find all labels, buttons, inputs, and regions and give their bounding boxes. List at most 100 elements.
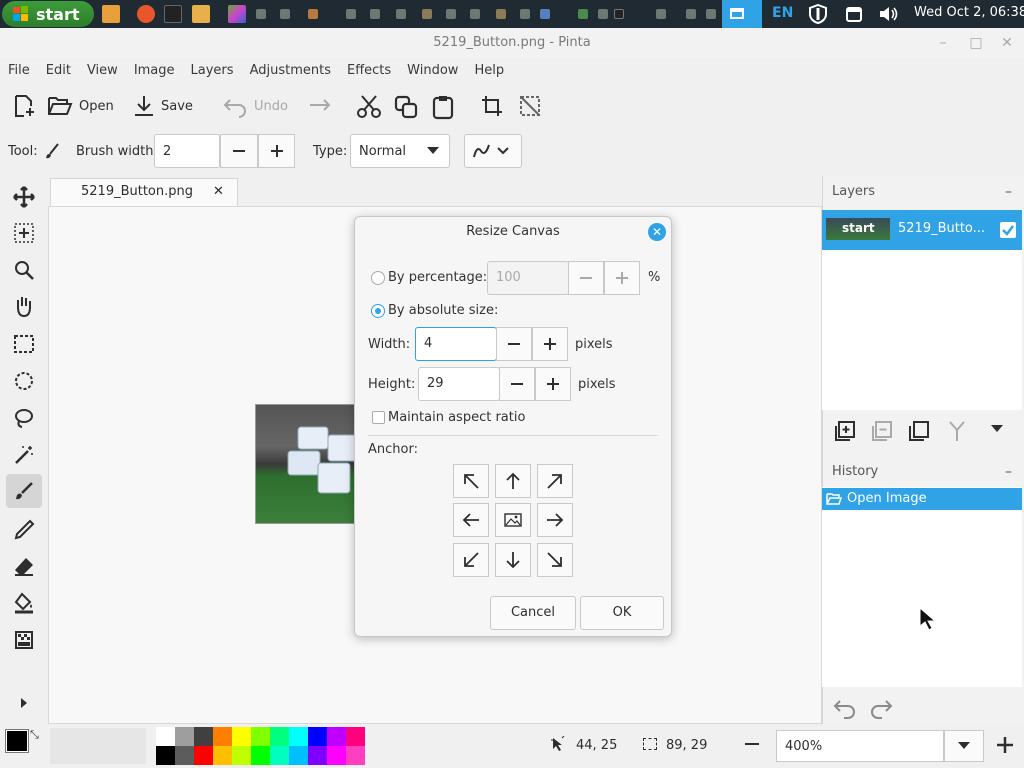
palette-swatch[interactable]: [251, 746, 270, 765]
save-button[interactable]: Save: [133, 94, 193, 118]
task-icon[interactable]: [370, 9, 380, 19]
task-icon[interactable]: [346, 9, 356, 19]
by-absolute-size-radio[interactable]: [371, 304, 385, 318]
document-tab[interactable]: 5219_Button.png ✕: [50, 178, 238, 206]
palette-swatch[interactable]: [346, 727, 365, 746]
anchor-center[interactable]: [495, 503, 531, 537]
menu-view[interactable]: View: [87, 58, 126, 84]
cut-button[interactable]: [356, 94, 382, 120]
task-icon[interactable]: [396, 9, 406, 19]
task-icon[interactable]: [656, 9, 666, 19]
task-icon[interactable]: [520, 9, 530, 19]
zoom-in-button[interactable]: [996, 736, 1014, 754]
layers-panel-collapse[interactable]: –: [1005, 184, 1012, 200]
active-task-button[interactable]: [722, 0, 762, 28]
zoom-tool[interactable]: [6, 253, 42, 287]
palette-swatch[interactable]: [251, 727, 270, 746]
window-switcher-icon[interactable]: [845, 5, 863, 23]
zoom-out-button[interactable]: [745, 743, 759, 745]
anchor-left[interactable]: [453, 503, 489, 537]
palette-swatch[interactable]: [194, 746, 213, 765]
duplicate-layer-button[interactable]: [908, 420, 930, 442]
swap-colors-icon[interactable]: ⤡: [30, 728, 39, 742]
palette-swatch[interactable]: [232, 727, 251, 746]
palette-swatch[interactable]: [327, 746, 346, 765]
firefox-icon[interactable]: [137, 5, 155, 23]
delete-layer-button[interactable]: [871, 420, 893, 442]
task-icon[interactable]: [540, 9, 550, 19]
cancel-button[interactable]: Cancel: [490, 596, 576, 630]
language-indicator[interactable]: EN: [772, 5, 793, 21]
palette-swatch[interactable]: [213, 746, 232, 765]
move-selection-tool[interactable]: [6, 216, 42, 250]
new-button[interactable]: [12, 94, 36, 118]
palette-swatch[interactable]: [175, 746, 194, 765]
palette-swatch[interactable]: [232, 746, 251, 765]
clock[interactable]: Wed Oct 2, 06:38: [914, 5, 1024, 20]
menu-layers[interactable]: Layers: [191, 58, 242, 84]
files-icon[interactable]: [192, 5, 210, 23]
menu-file[interactable]: File: [8, 58, 38, 84]
anchor-top-left[interactable]: [453, 464, 489, 498]
width-input[interactable]: 4: [415, 327, 497, 361]
brush-width-decrease[interactable]: [220, 134, 258, 168]
palette-swatch[interactable]: [327, 727, 346, 746]
ok-button[interactable]: OK: [580, 596, 664, 630]
brush-width-increase[interactable]: [258, 134, 295, 168]
percentage-decrease-button[interactable]: [568, 261, 604, 295]
move-selected-tool[interactable]: [6, 180, 42, 214]
layer-menu-button[interactable]: [990, 424, 1004, 434]
eraser-tool[interactable]: [6, 549, 42, 583]
palette-swatch[interactable]: [213, 727, 232, 746]
paste-button[interactable]: [431, 94, 455, 120]
anchor-right[interactable]: [537, 503, 573, 537]
primary-color-swatch[interactable]: [5, 729, 29, 753]
history-item[interactable]: Open Image: [822, 488, 1022, 510]
antialias-dropdown[interactable]: [464, 134, 522, 168]
dialog-close-button[interactable]: ✕: [648, 223, 666, 241]
task-icon[interactable]: [686, 9, 696, 19]
type-dropdown[interactable]: Normal: [350, 134, 450, 168]
rectangle-select-tool[interactable]: [6, 327, 42, 361]
height-decrease-button[interactable]: [499, 367, 535, 401]
layer-item[interactable]: start 5219_Butto...: [822, 210, 1022, 250]
palette-swatch[interactable]: [270, 727, 289, 746]
volume-icon[interactable]: [878, 5, 900, 23]
palette-swatch[interactable]: [308, 746, 327, 765]
palette-swatch[interactable]: [175, 727, 194, 746]
ellipse-select-tool[interactable]: [6, 364, 42, 398]
task-icon[interactable]: [422, 9, 432, 19]
zoom-input[interactable]: 400%: [776, 730, 944, 762]
percentage-input[interactable]: 100: [487, 261, 569, 295]
pan-tool[interactable]: [6, 289, 42, 323]
anchor-top[interactable]: [495, 464, 531, 498]
shield-icon[interactable]: [808, 4, 828, 24]
layer-visibility-checkbox[interactable]: [1000, 222, 1016, 238]
maximize-button[interactable]: □: [967, 34, 985, 52]
history-undo-button[interactable]: [832, 698, 858, 720]
brush-width-input[interactable]: 2: [154, 134, 220, 168]
percentage-increase-button[interactable]: [604, 261, 640, 295]
maintain-aspect-checkbox[interactable]: [372, 411, 385, 424]
task-icon[interactable]: [470, 9, 480, 19]
menu-effects[interactable]: Effects: [347, 58, 399, 84]
terminal-icon[interactable]: [164, 5, 182, 23]
palette-swatch[interactable]: [308, 727, 327, 746]
by-percentage-radio[interactable]: [371, 271, 385, 285]
palette-swatch[interactable]: [346, 746, 365, 765]
height-increase-button[interactable]: [535, 367, 571, 401]
minimize-button[interactable]: –: [934, 34, 952, 52]
task-icon[interactable]: [496, 9, 506, 19]
anchor-top-right[interactable]: [537, 464, 573, 498]
width-decrease-button[interactable]: [496, 327, 532, 361]
palette-swatch[interactable]: [156, 727, 175, 746]
folder-icon[interactable]: [102, 5, 120, 23]
menu-help[interactable]: Help: [474, 58, 512, 84]
merge-layer-button[interactable]: [946, 420, 968, 442]
palette-swatch[interactable]: [289, 727, 308, 746]
width-increase-button[interactable]: [532, 327, 568, 361]
palette-swatch[interactable]: [156, 746, 175, 765]
palette-swatch[interactable]: [270, 746, 289, 765]
history-panel-collapse[interactable]: –: [1005, 464, 1012, 480]
task-icon[interactable]: [280, 9, 290, 19]
